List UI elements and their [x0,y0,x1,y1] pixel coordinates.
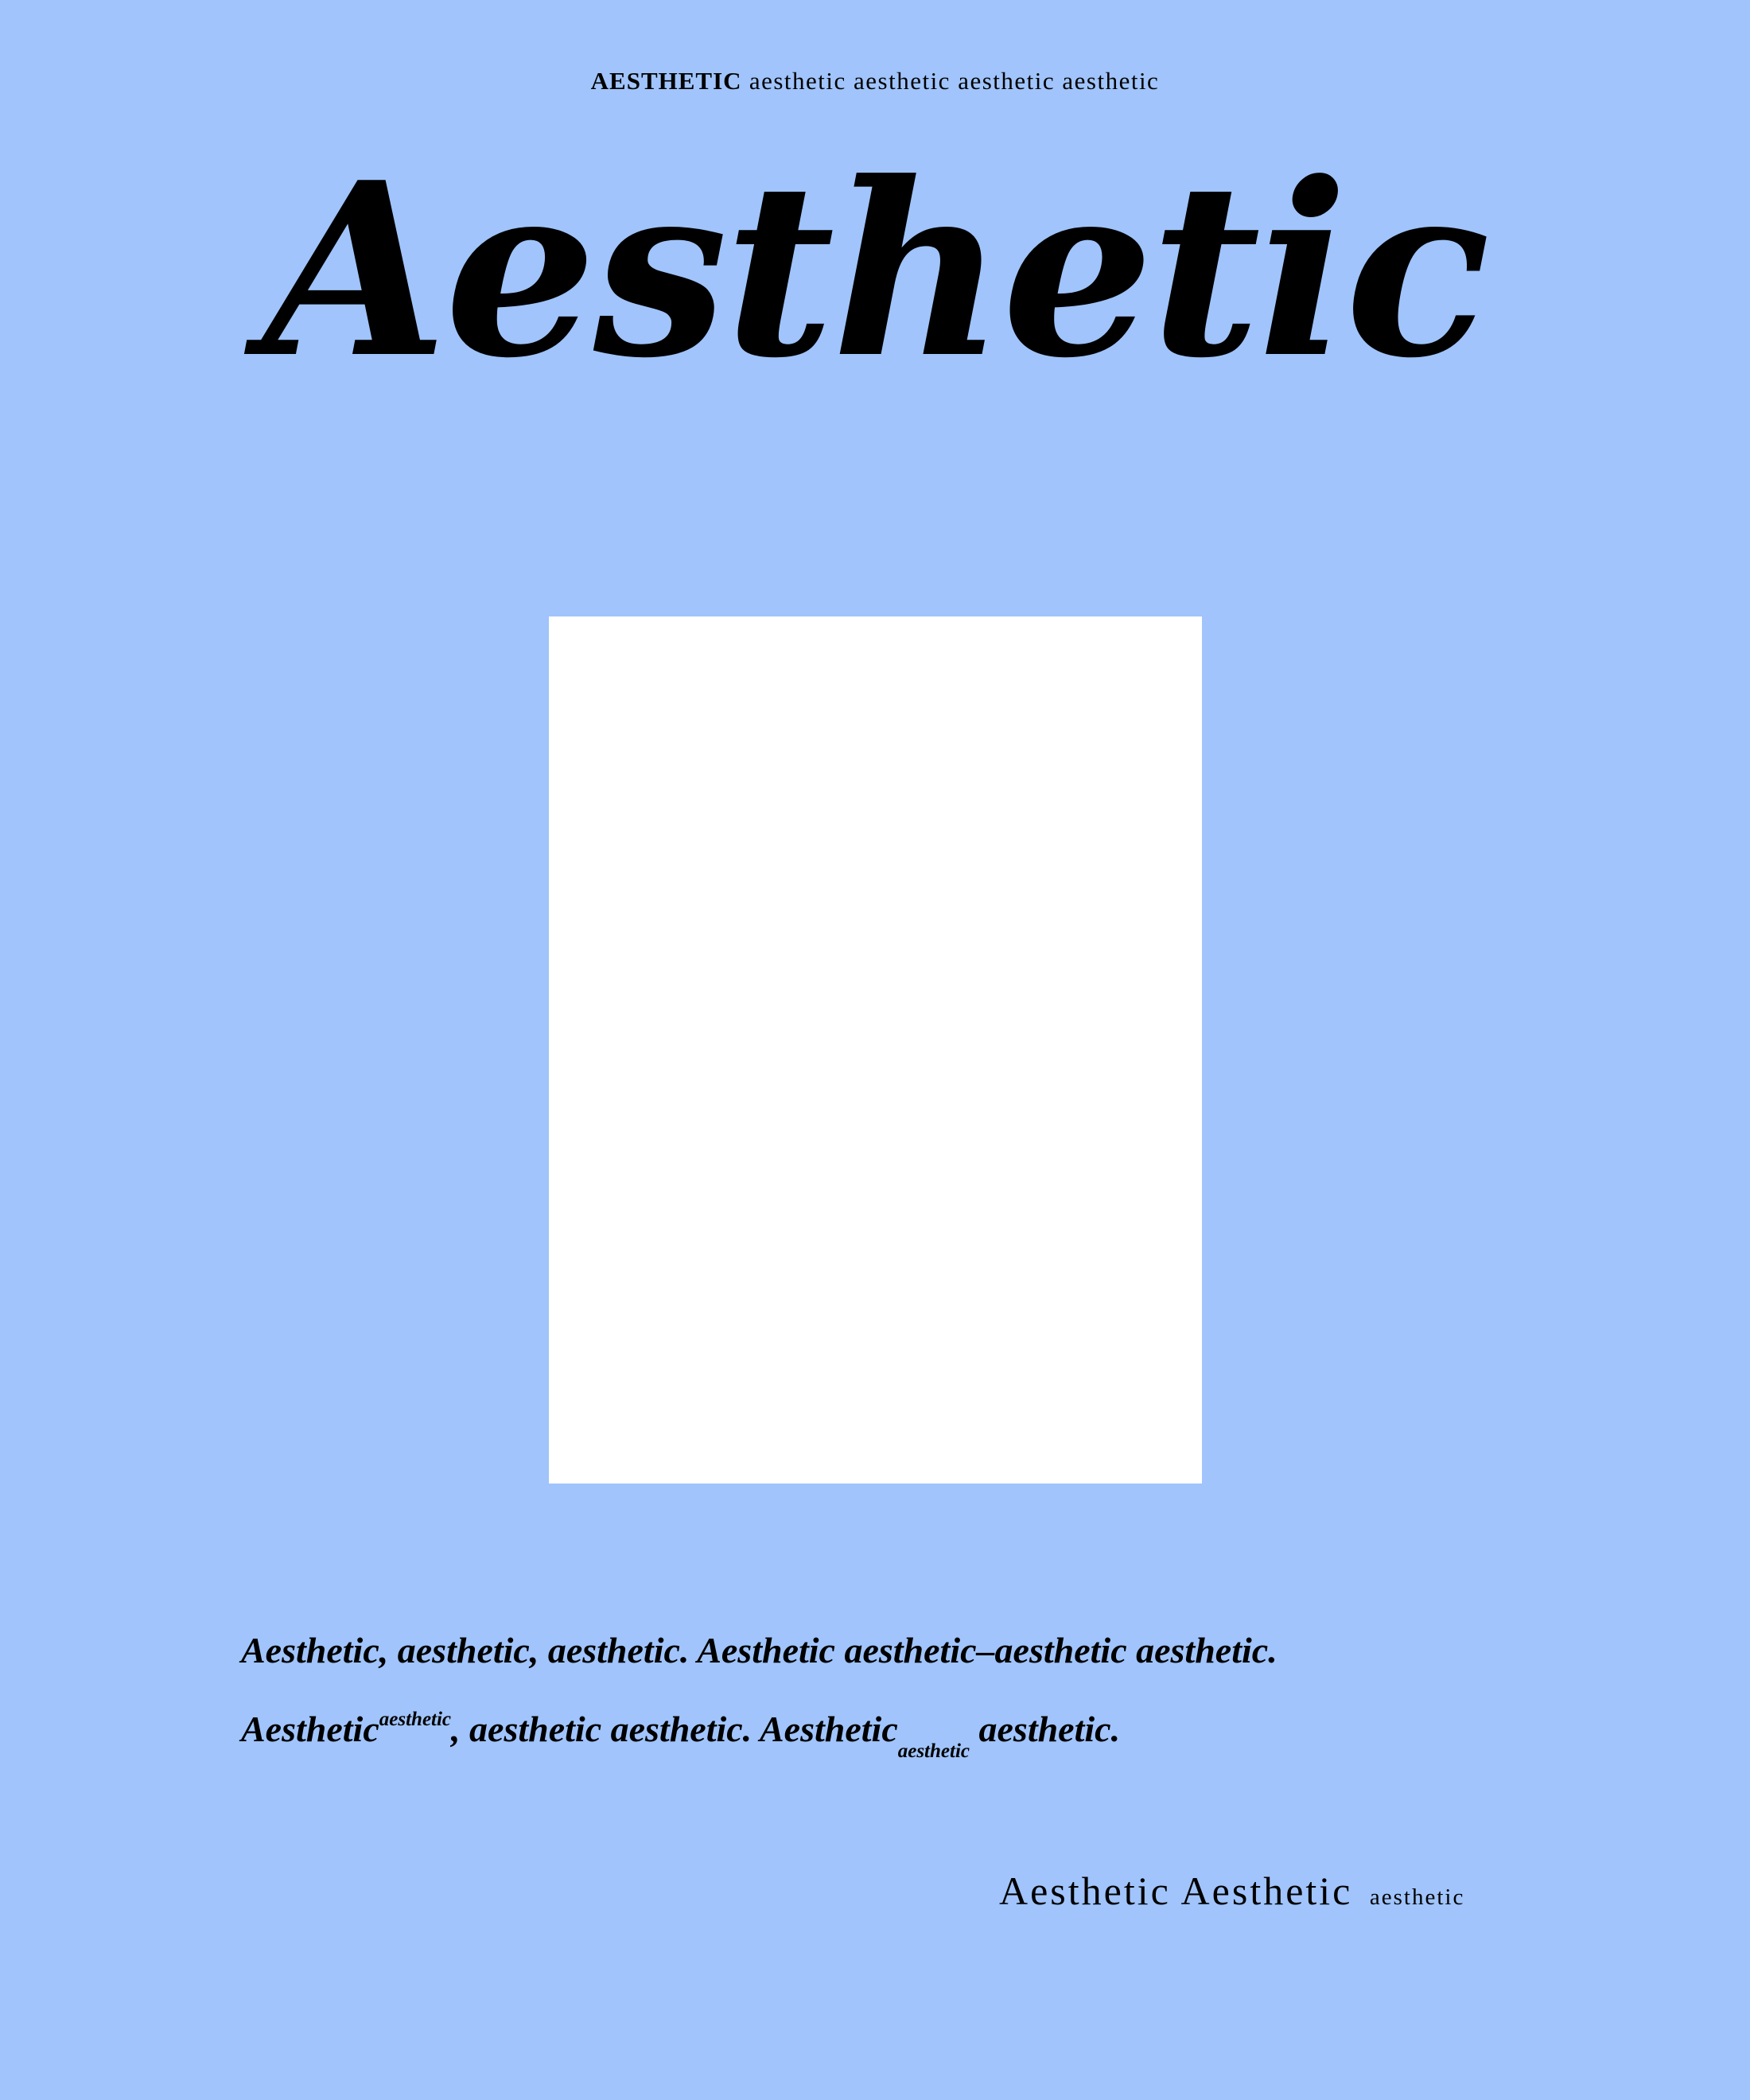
photo-placeholder [549,616,1202,1484]
footer-line: Aesthetic Aesthetic aesthetic [999,1868,1464,1914]
header-rest: aesthetic aesthetic aesthetic aesthetic [749,67,1160,95]
page-background: AESTHETIC aesthetic aesthetic aesthetic … [0,0,1750,2100]
footer-main: Aesthetic Aesthetic [999,1869,1353,1913]
body-superscript: aesthetic [379,1709,452,1730]
header-line: AESTHETIC aesthetic aesthetic aesthetic … [0,67,1750,95]
footer-small: aesthetic [1369,1884,1465,1910]
header-bold-word: AESTHETIC [590,67,742,95]
body-line-2: Aestheticaesthetic, aesthetic aesthetic.… [241,1690,1546,1768]
script-title: Aesthetic [262,130,1490,410]
body-line-2-end: aesthetic. [970,1709,1121,1749]
body-line-2-start: Aesthetic [241,1709,379,1749]
body-line-1: Aesthetic, aesthetic, aesthetic. Aesthet… [241,1630,1278,1670]
body-subscript: aesthetic [897,1740,970,1762]
body-line-2-middle: , aesthetic aesthetic. Aesthetic [451,1709,898,1749]
body-paragraph: Aesthetic, aesthetic, aesthetic. Aesthet… [241,1611,1546,1768]
